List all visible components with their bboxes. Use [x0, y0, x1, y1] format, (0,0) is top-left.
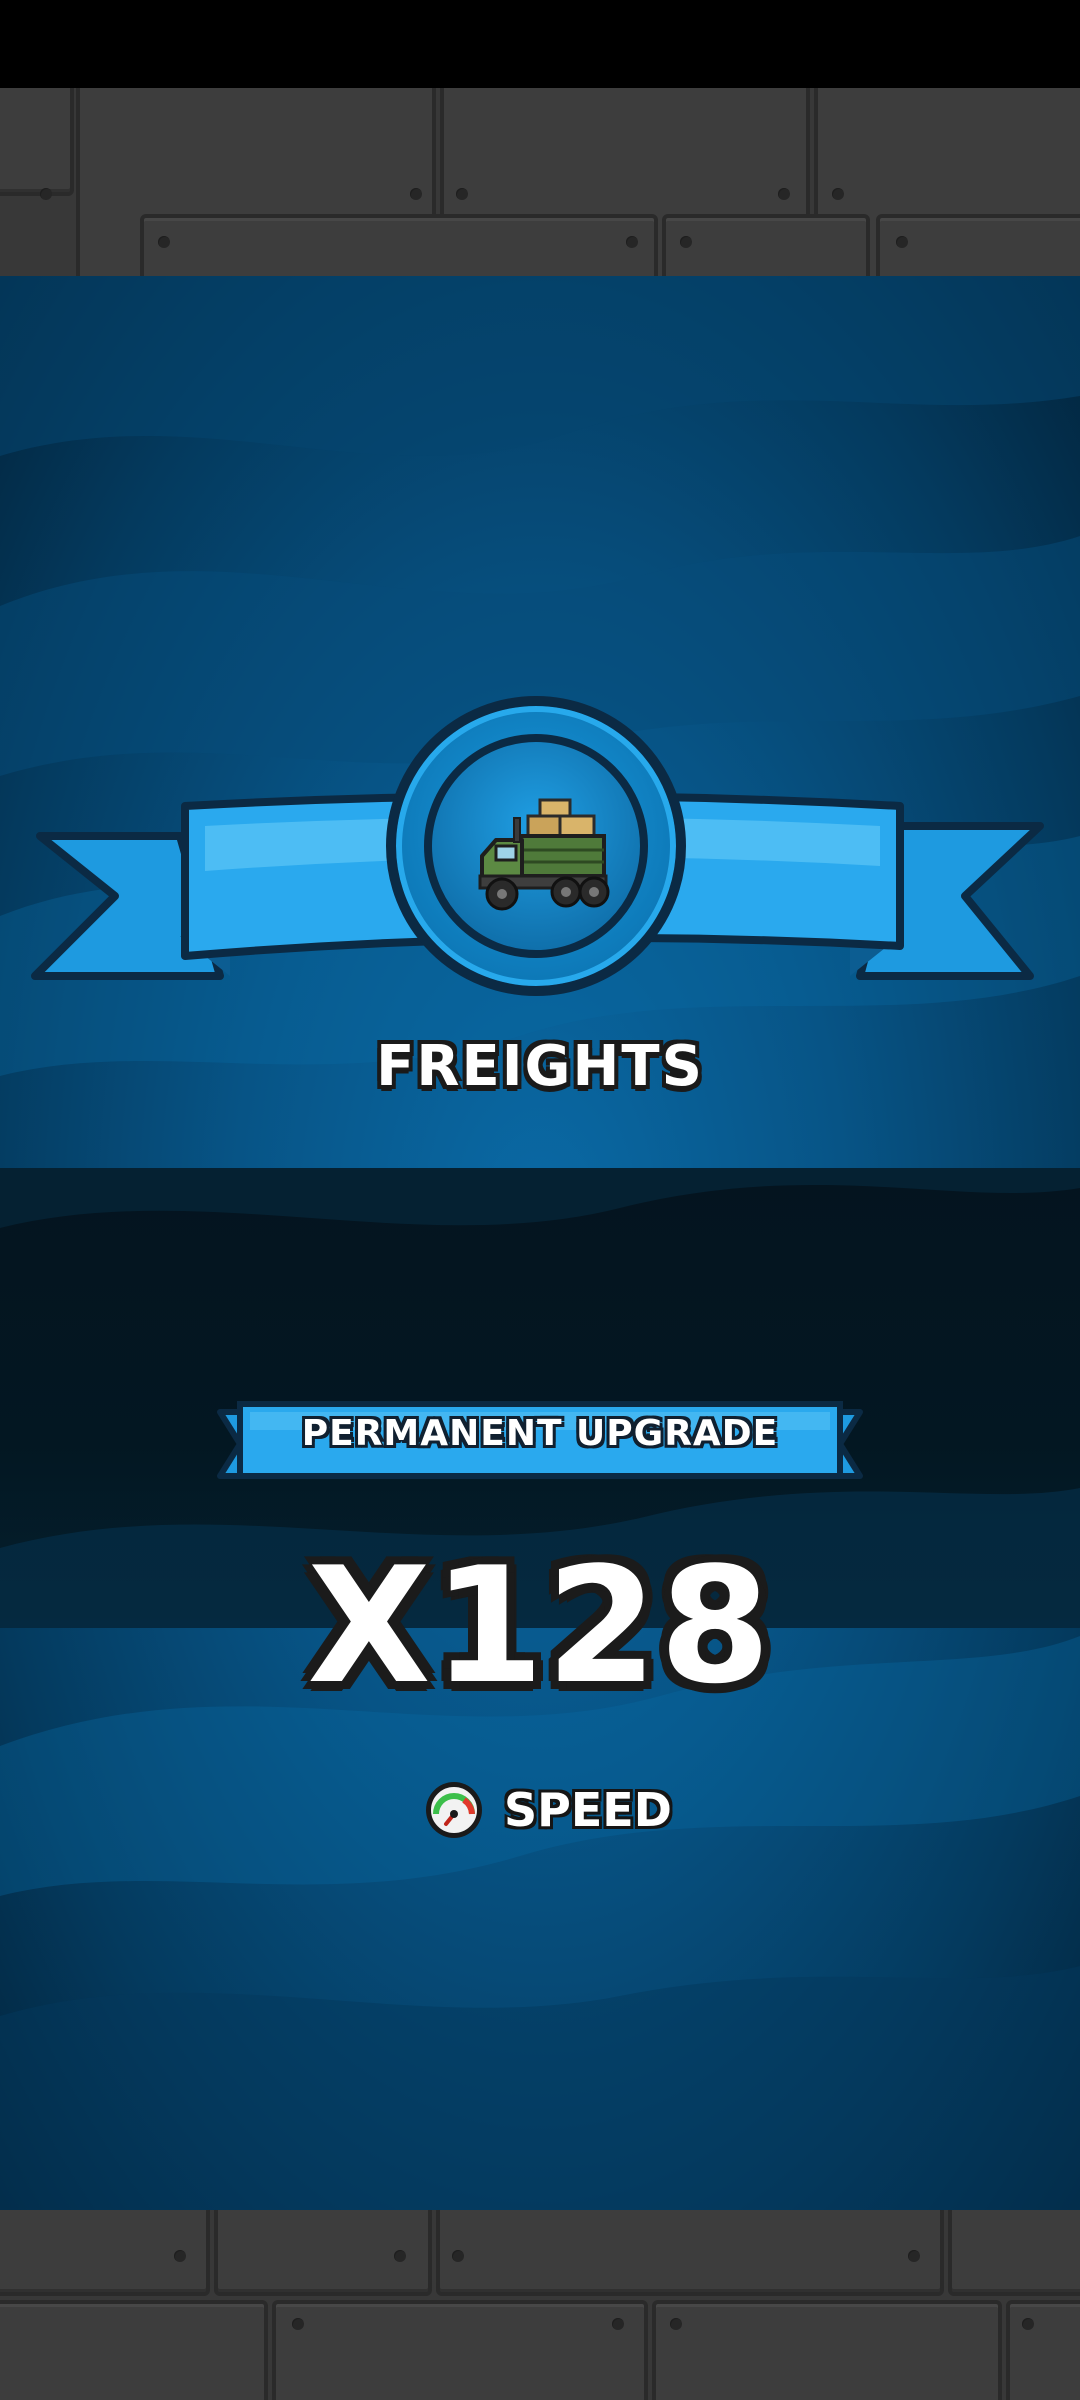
upgrade-multiplier: X128 [307, 1532, 773, 1719]
top-metal-frame [0, 88, 1080, 276]
stat-row: SPEED [426, 1778, 672, 1842]
reward-medal [386, 696, 686, 996]
speedometer-icon [426, 1782, 482, 1838]
medal-inner [424, 734, 648, 958]
reward-panel: FREIGHTS PERMANENT UPGRADE X128 SPEED [0, 276, 1080, 2210]
freight-truck-icon [478, 798, 610, 911]
bottom-metal-frame [0, 2210, 1080, 2400]
reward-title: FREIGHTS [376, 1034, 704, 1099]
stat-label: SPEED [504, 1783, 672, 1837]
upgrade-banner-label: PERMANENT UPGRADE [301, 1413, 779, 1454]
status-bar [0, 0, 1080, 88]
